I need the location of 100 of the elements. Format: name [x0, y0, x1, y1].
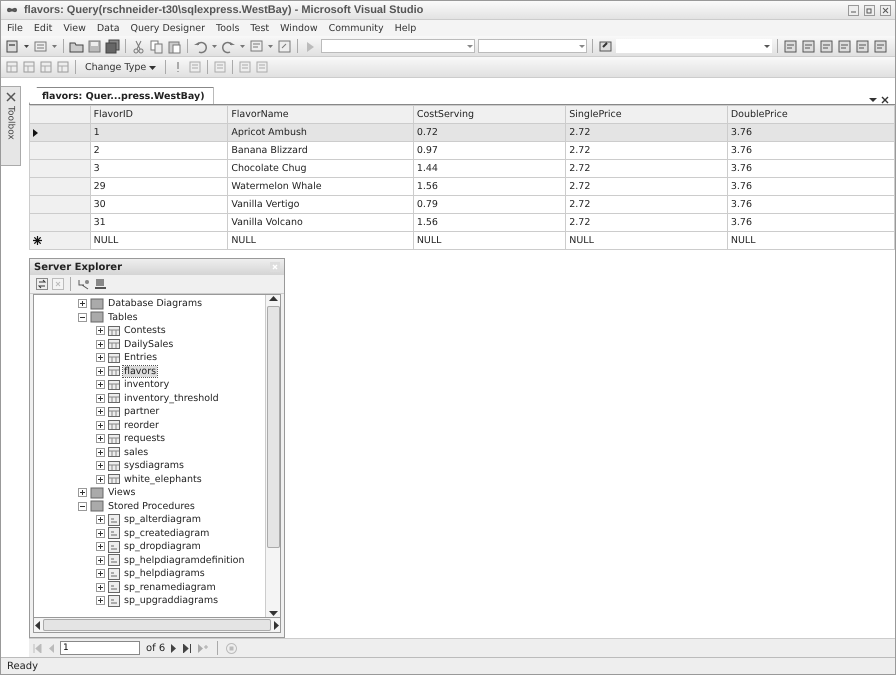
tree-item[interactable]: sp_creatediagram [123, 528, 210, 539]
close-icon[interactable] [880, 4, 891, 16]
tree-item[interactable]: inventory_threshold [123, 392, 220, 404]
menu-item[interactable]: Test [250, 22, 270, 34]
tree-item[interactable]: Views [107, 487, 136, 498]
tree-item[interactable]: Contests [123, 325, 167, 336]
document-tab[interactable]: flavors: Quer...press.WestBay) [29, 87, 214, 104]
expand-plus-icon[interactable] [96, 556, 105, 565]
column-header[interactable]: DoublePrice [727, 106, 894, 124]
scroll-up-icon[interactable] [268, 295, 278, 302]
find-field[interactable] [616, 39, 772, 53]
dropdown-caret-icon [466, 42, 474, 50]
menu-item[interactable]: View [63, 22, 86, 34]
expand-plus-icon[interactable] [96, 582, 105, 592]
close-icon[interactable] [881, 96, 889, 104]
table-cell: 2.72 [566, 178, 728, 196]
record-position-field[interactable]: 1 [60, 641, 140, 655]
tree-item[interactable]: Entries [123, 352, 158, 364]
tree-item[interactable]: Database Diagrams [107, 298, 204, 310]
tree-item[interactable]: sales [123, 446, 150, 458]
table-cell: 0.79 [413, 196, 566, 214]
scissors-icon[interactable] [130, 38, 146, 54]
window-list-icon[interactable] [248, 38, 264, 54]
diagram-pane-icon[interactable] [5, 60, 19, 74]
expand-plus-icon[interactable] [96, 461, 105, 470]
refresh-icon[interactable] [36, 278, 48, 290]
menu-item[interactable]: Data [96, 22, 120, 34]
menu-item[interactable]: Window [280, 22, 318, 34]
tree-item[interactable]: reorder [123, 420, 160, 431]
menu-item[interactable]: Community [328, 22, 384, 34]
expand-plus-icon[interactable] [96, 420, 105, 430]
tree-item[interactable]: white_elephants [123, 474, 203, 485]
tree-item[interactable]: sp_dropdiagram [123, 541, 202, 552]
expand-plus-icon[interactable] [96, 528, 105, 538]
connect-server-icon[interactable] [94, 278, 107, 290]
expand-plus-icon[interactable] [96, 380, 105, 390]
menu-item[interactable]: Tools [216, 22, 240, 34]
tree-item[interactable]: inventory [123, 379, 170, 390]
find-in-files-icon[interactable] [598, 38, 613, 54]
connect-database-icon[interactable] [77, 278, 90, 290]
tree-item[interactable]: sp_upgraddiagrams [123, 595, 220, 606]
tree-item[interactable]: requests [123, 433, 166, 444]
collapse-minus-icon[interactable] [78, 502, 87, 511]
grid-pane-icon[interactable] [22, 60, 36, 74]
tree-item[interactable]: partner [123, 406, 160, 418]
tree-item[interactable]: Stored Procedures [107, 500, 196, 512]
collapse-minus-icon[interactable] [78, 312, 87, 322]
tree-item[interactable]: sp_renamediagram [123, 582, 217, 593]
sql-pane-icon[interactable] [39, 60, 53, 74]
expand-plus-icon[interactable] [78, 299, 87, 308]
menu-item[interactable]: Query Designer [130, 22, 205, 34]
scroll-right-icon[interactable] [273, 620, 280, 630]
expand-plus-icon[interactable] [78, 488, 87, 498]
column-header[interactable]: FlavorName [228, 106, 414, 124]
expand-plus-icon[interactable] [96, 448, 105, 457]
last-record-icon[interactable] [183, 644, 192, 652]
menu-item[interactable]: File [7, 22, 23, 34]
expand-plus-icon[interactable] [96, 326, 105, 336]
expand-plus-icon[interactable] [96, 569, 105, 578]
table-icon [108, 339, 120, 350]
expand-plus-icon[interactable] [96, 542, 105, 552]
tree-item[interactable]: sp_helpdiagrams [123, 568, 206, 580]
tree-item[interactable]: sysdiagrams [123, 460, 185, 472]
toolbox-tab[interactable]: Toolbox [1, 86, 21, 166]
tree-item[interactable]: sp_helpdiagramdefinition [123, 554, 246, 566]
minimize-icon[interactable] [848, 4, 859, 16]
column-header[interactable]: FlavorID [90, 106, 228, 124]
add-item-icon[interactable] [33, 38, 48, 54]
menu-item[interactable]: Help [394, 22, 416, 34]
next-record-icon[interactable] [171, 644, 178, 652]
menu-item[interactable]: Edit [34, 22, 52, 34]
results-pane-icon[interactable] [56, 60, 70, 74]
tree-item[interactable]: flavors [123, 366, 158, 377]
clipboard-icon[interactable] [166, 38, 182, 54]
expand-plus-icon[interactable] [96, 515, 105, 524]
column-header[interactable]: SinglePrice [566, 106, 728, 124]
row-header[interactable] [30, 232, 90, 250]
scroll-left-icon[interactable] [34, 620, 41, 630]
expand-plus-icon[interactable] [96, 474, 105, 484]
tree-item[interactable]: Tables [107, 312, 139, 323]
expand-plus-icon[interactable] [96, 434, 105, 444]
expand-plus-icon[interactable] [96, 340, 105, 349]
tree-item[interactable]: DailySales [123, 338, 174, 350]
expand-plus-icon[interactable] [96, 596, 105, 606]
horizontal-scrollbar[interactable] [33, 618, 281, 633]
expand-plus-icon[interactable] [96, 407, 105, 416]
vertical-scrollbar[interactable] [265, 295, 280, 617]
expand-plus-icon[interactable] [96, 394, 105, 403]
column-header[interactable]: CostServing [413, 106, 566, 124]
tree-item[interactable]: sp_alterdiagram [123, 514, 202, 526]
copy-pages-icon[interactable] [148, 38, 164, 54]
change-type-button[interactable]: Change Type [81, 59, 160, 75]
restore-icon[interactable] [864, 4, 875, 16]
expand-plus-icon[interactable] [96, 366, 105, 376]
table-cell: 2 [90, 142, 228, 160]
table-cell: 1 [90, 124, 228, 142]
new-project-icon[interactable] [5, 38, 20, 54]
expand-plus-icon[interactable] [96, 353, 105, 362]
dropdown-caret-icon [578, 42, 586, 50]
stacked-disks-icon[interactable] [104, 38, 120, 54]
